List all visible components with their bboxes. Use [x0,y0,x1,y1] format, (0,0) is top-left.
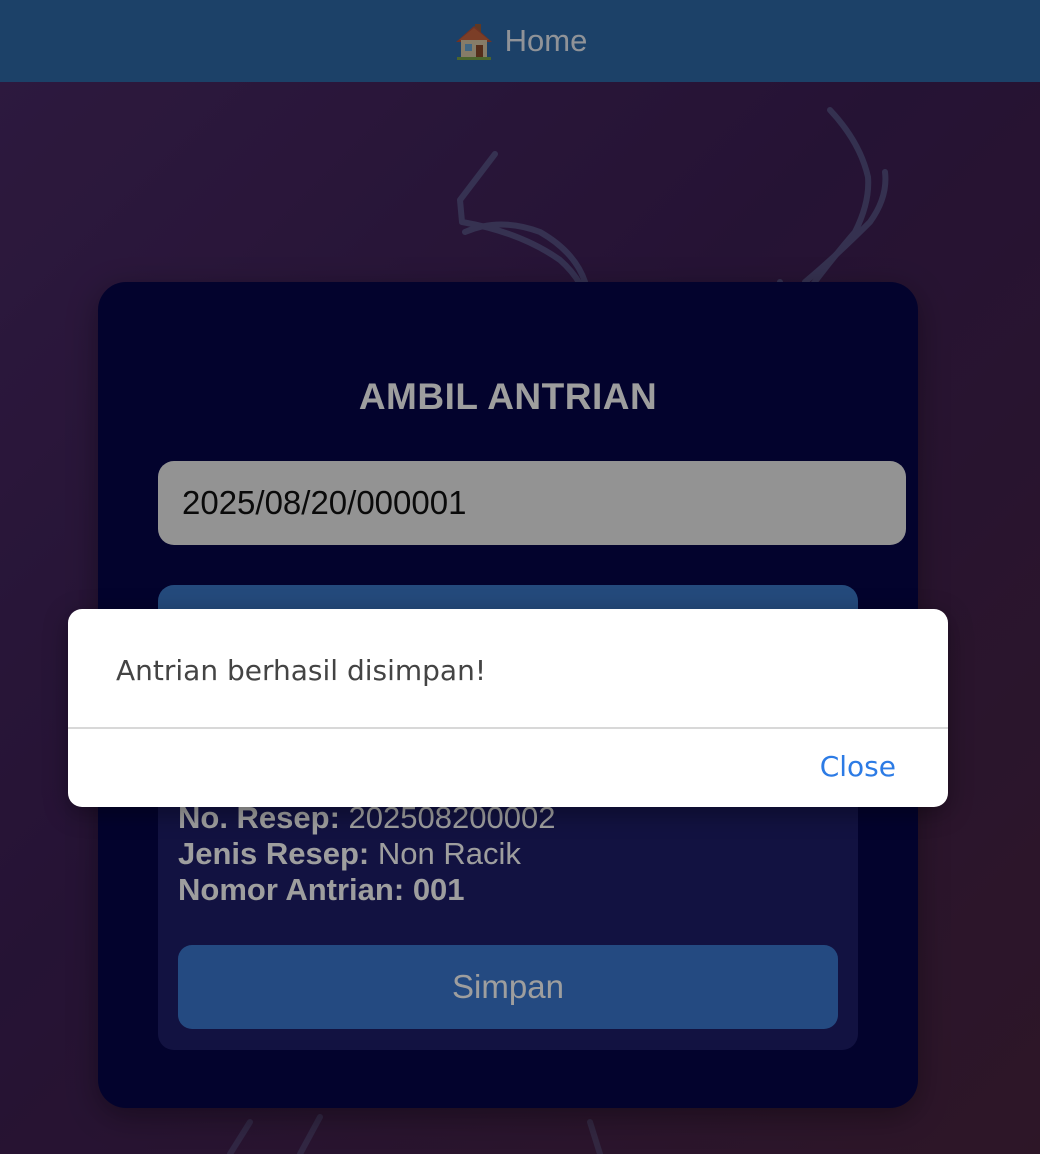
dialog-message: Antrian berhasil disimpan! [116,654,487,687]
dialog-divider [68,727,948,729]
success-dialog: Antrian berhasil disimpan! Close [68,609,948,807]
modal-backdrop[interactable] [0,0,1040,1154]
close-button[interactable]: Close [820,750,896,783]
